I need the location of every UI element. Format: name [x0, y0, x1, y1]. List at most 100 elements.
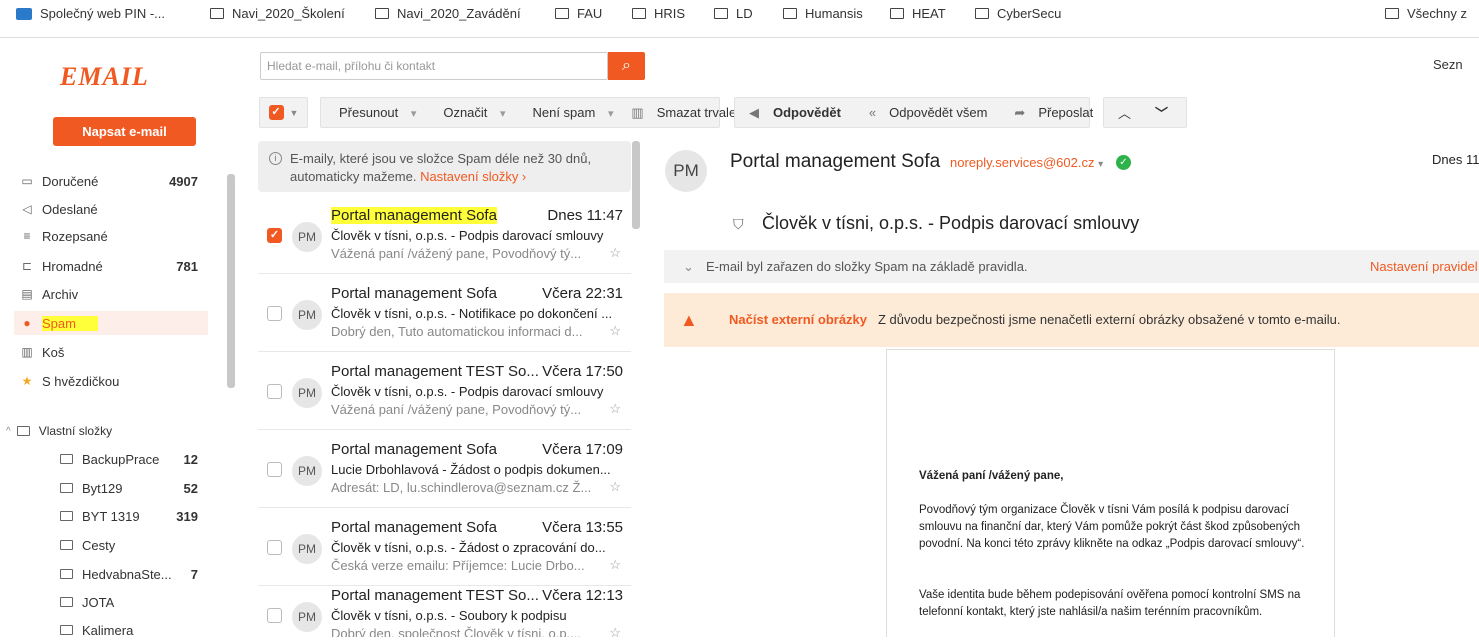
folder-spam[interactable]: ● Spam	[14, 311, 208, 335]
custom-folder-item[interactable]: HedvabnaSte... 7	[60, 562, 200, 586]
bookmark-item[interactable]: HEAT	[890, 6, 946, 21]
row-checkbox[interactable]	[267, 608, 282, 623]
spam-icon: ●	[23, 316, 31, 330]
load-images-link[interactable]: Načíst externí obrázky	[729, 293, 867, 347]
email-sender: Portal management Sofa	[331, 207, 497, 224]
folder-icon	[60, 597, 73, 607]
bookmark-item[interactable]: Společný web PIN -...	[16, 6, 165, 21]
row-checkbox[interactable]	[267, 540, 282, 555]
chevron-down-icon[interactable]: ⌄	[683, 250, 694, 283]
email-row[interactable]: PM Portal management Sofa Včera 22:31 Čl…	[258, 274, 631, 352]
star-icon[interactable]: ☆	[609, 625, 621, 637]
star-icon: ★	[21, 374, 33, 388]
mark-button[interactable]: Označit ▾	[425, 105, 514, 120]
email-sender: Portal management TEST So...	[331, 587, 539, 604]
reader-sender: Portal management Sofa	[730, 151, 941, 172]
email-row[interactable]: ✓ PM Portal management Sofa Dnes 11:47 Č…	[258, 196, 631, 274]
sidebar: EMAIL Napsat e-mail ▭ Doručené 4907 ◁ Odesl…	[0, 38, 240, 638]
folder-bulk[interactable]: ⊏ Hromadné 781	[20, 254, 210, 278]
check-icon: ✓	[268, 105, 284, 120]
warning-icon: ▲	[680, 310, 698, 330]
reply-button[interactable]: ◀ Odpovědět	[735, 105, 860, 121]
chevron-up-icon: ^	[6, 425, 11, 437]
star-icon[interactable]: ☆	[609, 479, 621, 495]
action-toolbar: Přesunout ▾ Označit ▾ Není spam ▾ ▥ Smaza…	[320, 97, 754, 128]
search-button[interactable]: ⌕	[608, 52, 645, 80]
forward-button[interactable]: ➦ Přeposlat	[1005, 105, 1111, 121]
compose-button[interactable]: Napsat e-mail	[53, 117, 196, 146]
email-preview: Vážená paní /vážený pane, Povodňový tý..…	[331, 402, 582, 417]
row-checkbox[interactable]	[267, 384, 282, 399]
row-checkbox[interactable]	[267, 306, 282, 321]
move-button[interactable]: Přesunout ▾	[321, 105, 425, 120]
folder-icon	[555, 8, 569, 19]
account-label[interactable]: Sezn	[1433, 57, 1463, 72]
custom-folder-item[interactable]: BackupPrace 12	[60, 447, 200, 471]
nav-toolbar: ︿ ﹀	[1103, 97, 1187, 128]
email-logo[interactable]: EMAIL	[60, 62, 149, 92]
reply-icon: ◀	[749, 104, 759, 120]
email-row[interactable]: PM Portal management Sofa Včera 13:55 Čl…	[258, 508, 631, 586]
folder-settings-link[interactable]: Nastavení složky ›	[420, 169, 526, 184]
row-checkbox[interactable]	[267, 462, 282, 477]
reply-all-button[interactable]: «Odpovědět všem	[860, 105, 1006, 120]
star-icon[interactable]: ☆	[609, 557, 621, 573]
email-date: Včera 12:13	[542, 587, 623, 604]
reader-subject: Člověk v tísni, o.p.s. - Podpis darovací…	[762, 213, 1140, 233]
folder-icon	[632, 8, 646, 19]
bookmark-item[interactable]: Humansis	[783, 6, 863, 21]
body-paragraph: Vaše identita bude během podepisování ov…	[919, 589, 1301, 618]
sidebar-scrollbar[interactable]	[227, 174, 235, 388]
folder-starred[interactable]: ★ S hvězdičkou	[20, 369, 210, 393]
chevron-down-icon: ﹀	[1155, 106, 1169, 121]
custom-folder-item[interactable]: Kalimera	[60, 618, 200, 642]
star-icon[interactable]: ☆	[609, 401, 621, 417]
email-row[interactable]: PM Portal management TEST So... Včera 17…	[258, 352, 631, 430]
bookmark-item[interactable]: HRIS	[632, 6, 685, 21]
body-paragraph: Povodňový tým organizace Člověk v tísni …	[919, 504, 1305, 550]
email-row[interactable]: PM Portal management Sofa Včera 17:09 Lu…	[258, 430, 631, 508]
custom-folder-item[interactable]: Cesty	[60, 533, 200, 557]
select-all-checkbox[interactable]: ✓ ▼	[259, 97, 308, 128]
rule-settings-link[interactable]: Nastavení pravidel	[1370, 250, 1478, 283]
draft-icon: ≡	[23, 229, 31, 243]
email-date: Včera 17:09	[542, 441, 623, 458]
avatar: PM	[292, 602, 322, 632]
bookmark-item[interactable]: LD	[714, 6, 753, 21]
star-icon[interactable]: ☆	[609, 323, 621, 339]
custom-folder-item[interactable]: Byt129 52	[60, 476, 200, 500]
folder-trash[interactable]: ▥ Koš	[20, 340, 210, 364]
folder-inbox[interactable]: ▭ Doručené 4907	[20, 169, 210, 193]
folder-archive[interactable]: ▤ Archiv	[20, 282, 210, 306]
email-row[interactable]: PM Portal management TEST So... Včera 12…	[258, 576, 631, 637]
folder-icon	[60, 483, 73, 493]
bookmark-item[interactable]: FAU	[555, 6, 602, 21]
folder-icon	[60, 454, 73, 464]
sender-avatar: PM	[665, 150, 707, 192]
star-icon[interactable]: ☆	[609, 245, 621, 261]
custom-folders-toggle[interactable]: ^ Vlastní složky	[6, 419, 196, 443]
folder-icon	[60, 569, 73, 579]
custom-folder-item[interactable]: BYT 1319 319	[60, 504, 200, 528]
bookmark-item[interactable]: Navi_2020_Školení	[210, 6, 345, 21]
chevron-up-icon: ︿	[1118, 106, 1132, 121]
reply-all-icon: «	[868, 105, 877, 120]
search-input[interactable]: Hledat e-mail, přílohu či kontakt	[260, 52, 608, 80]
email-subject: Člověk v tísni, o.p.s. - Podpis darovací…	[331, 228, 604, 243]
folder-icon	[60, 625, 73, 635]
custom-folder-item[interactable]: JOTA	[60, 590, 200, 614]
previous-email-button[interactable]: ︿	[1104, 103, 1143, 122]
bookmark-item[interactable]: Navi_2020_Zavádění	[375, 6, 521, 21]
sender-email-dropdown[interactable]: noreply.services@602.cz ▾	[950, 155, 1103, 170]
folder-sent[interactable]: ◁ Odeslané	[20, 197, 210, 221]
verified-icon: ✓	[1116, 155, 1131, 170]
bookmark-item[interactable]: Všechny z	[1385, 6, 1467, 21]
email-sender: Portal management Sofa	[331, 285, 497, 302]
list-scrollbar[interactable]	[632, 141, 640, 229]
next-email-button[interactable]: ﹀	[1143, 103, 1180, 122]
row-checkbox[interactable]: ✓	[267, 228, 282, 243]
folder-drafts[interactable]: ≡ Rozepsané	[20, 224, 210, 248]
bookmark-item[interactable]: CyberSecu	[975, 6, 1061, 21]
not-spam-button[interactable]: Není spam ▾	[514, 105, 622, 120]
avatar: PM	[292, 222, 322, 252]
